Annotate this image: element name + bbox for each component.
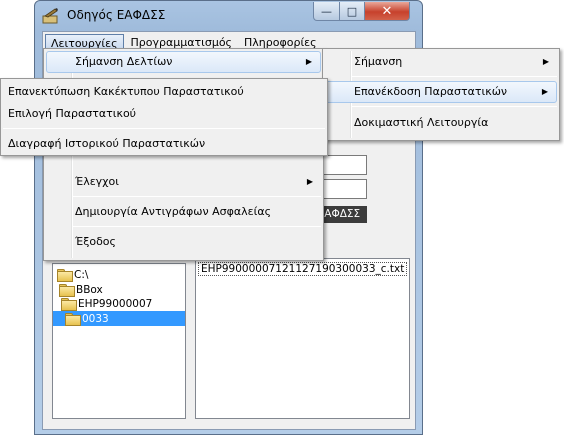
reissue-documents-submenu: Επανεκτύπωση Κακέκτυπου Παραστατικού Επι… (0, 78, 328, 156)
submenu-arrow-icon: ▶ (305, 57, 312, 66)
folder-tree[interactable]: C:\ BBox EHP99000007 0033 (52, 263, 186, 419)
menu-item-label: Επανεκτύπωση Κακέκτυπου Παραστατικού (8, 85, 244, 98)
menu-separator (3, 128, 325, 129)
menu-separator (352, 106, 557, 107)
menu-item-delete-history[interactable]: Διαγραφή Ιστορικού Παραστατικών (3, 133, 325, 155)
menu-separator (73, 226, 321, 227)
folder-icon (61, 298, 77, 311)
file-list[interactable]: EHP99000007121127190300033_c.txt (195, 258, 410, 419)
menu-item-reprint-copy[interactable]: Επανεκτύπωση Κακέκτυπου Παραστατικού (3, 81, 325, 103)
folder-icon (57, 269, 73, 282)
menu-item-label: Σήμανση (354, 55, 403, 68)
menu-item-checks[interactable]: Έλεγχοι ▶ (46, 171, 321, 193)
menu-item-backup[interactable]: Δημιουργία Αντιγράφων Ασφαλείας (46, 201, 321, 223)
file-item[interactable]: EHP99000007121127190300033_c.txt (198, 262, 408, 276)
menu-item-label: Διαγραφή Ιστορικού Παραστατικών (8, 137, 206, 150)
close-button[interactable]: ✕ (364, 2, 410, 21)
submenu-arrow-icon: ▶ (306, 177, 313, 186)
menu-item-exit[interactable]: Έξοδος (46, 231, 321, 253)
menu-item-label: Επιλογή Παραστατικού (8, 107, 137, 120)
tree-item-label: EHP99000007 (78, 297, 153, 310)
tree-item-bbox[interactable]: BBox (59, 282, 103, 297)
tree-item-label: C:\ (74, 268, 89, 281)
menu-item-marking[interactable]: Σήμανση ▶ (325, 51, 557, 73)
tree-item-label: BBox (76, 283, 103, 296)
minimize-button[interactable]: — (313, 2, 340, 21)
title-bar[interactable]: Οδηγός ΕΑΦΔΣΣ — □ ✕ (35, 1, 422, 31)
tree-item-c-drive[interactable]: C:\ (57, 267, 88, 282)
tree-item-label: 0033 (82, 312, 109, 325)
submenu-arrow-icon: ▶ (542, 57, 549, 66)
menu-item-label: Έλεγχοι (75, 175, 119, 188)
menu-item-mark-receipts[interactable]: Σήμανση Δελτίων ▶ (46, 51, 321, 73)
tree-item-ehp99000007[interactable]: EHP99000007 (61, 296, 152, 311)
menu-item-select-document[interactable]: Επιλογή Παραστατικού (3, 103, 325, 125)
menu-item-label: Έξοδος (75, 235, 116, 248)
mark-receipts-submenu: Σήμανση ▶ Επανέκδοση Παραστατικών ▶ Δοκι… (322, 48, 560, 141)
submenu-arrow-icon: ▶ (541, 87, 548, 96)
menu-item-reissue-documents[interactable]: Επανέκδοση Παραστατικών ▶ (325, 81, 557, 103)
menu-separator (352, 76, 557, 77)
maximize-button[interactable]: □ (339, 2, 365, 21)
menu-item-label: Δοκιμαστική Λειτουργία (354, 116, 489, 129)
folder-icon (59, 284, 75, 297)
menu-item-label: Δημιουργία Αντιγράφων Ασφαλείας (75, 205, 272, 218)
menu-item-test-mode[interactable]: Δοκιμαστική Λειτουργία (325, 112, 557, 134)
folder-open-icon (65, 313, 81, 326)
menu-item-label: Σήμανση Δελτίων (75, 55, 173, 68)
app-icon (42, 8, 58, 24)
window-title: Οδηγός ΕΑΦΔΣΣ (67, 8, 166, 22)
tree-item-0033[interactable]: 0033 (53, 311, 185, 326)
menu-separator (73, 196, 321, 197)
menu-item-label: Επανέκδοση Παραστατικών (354, 85, 508, 98)
